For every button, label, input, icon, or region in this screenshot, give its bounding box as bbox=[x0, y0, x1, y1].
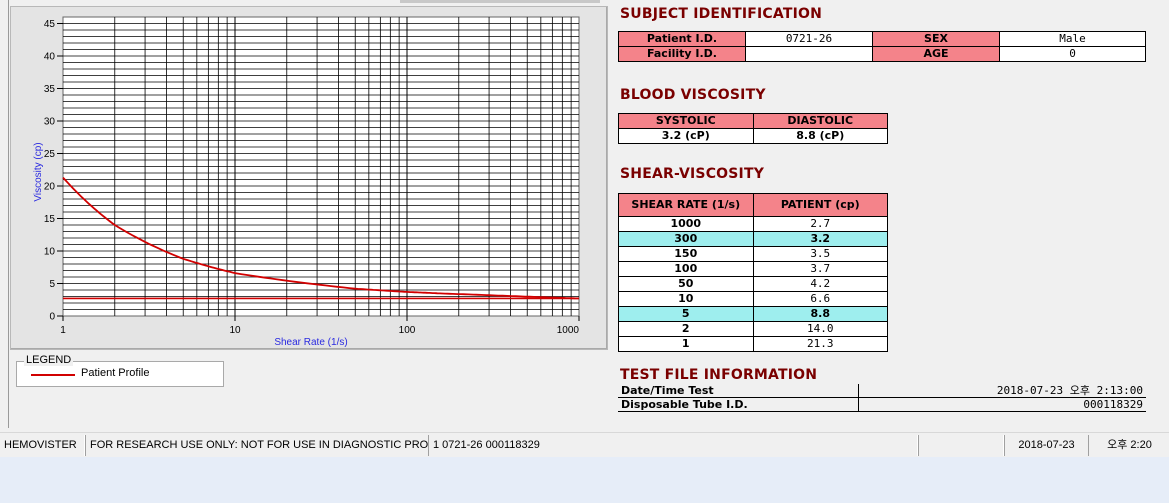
systolic-label: SYSTOLIC bbox=[618, 113, 754, 129]
top-strip bbox=[400, 0, 600, 3]
window-left-border bbox=[8, 0, 9, 428]
sex-value: Male bbox=[999, 31, 1146, 47]
table-row: 2 14.0 bbox=[618, 321, 888, 337]
x-ticks: 1 10 100 1000 bbox=[60, 316, 580, 336]
legend-swatch-line bbox=[31, 374, 75, 376]
x-tick-label: 1 bbox=[60, 325, 66, 336]
x-axis-label: Shear Rate (1/s) bbox=[274, 337, 347, 348]
desktop-background bbox=[0, 457, 1169, 503]
shear-rate-cell: 1000 bbox=[618, 216, 754, 232]
status-bar: HEMOVISTER FOR RESEARCH USE ONLY: NOT FO… bbox=[0, 432, 1169, 458]
blood-viscosity-heading: BLOOD VISCOSITY bbox=[620, 87, 766, 103]
patient-id-value: 0721-26 bbox=[745, 31, 873, 47]
y-tick-label: 15 bbox=[44, 214, 56, 225]
shear-rate-header: SHEAR RATE (1/s) bbox=[618, 193, 754, 217]
y-tick-label: 0 bbox=[49, 312, 55, 323]
patient-cp-cell: 3.5 bbox=[752, 246, 888, 262]
sex-label: SEX bbox=[872, 31, 1000, 47]
y-tick-label: 45 bbox=[44, 19, 56, 30]
patient-cp-cell: 6.6 bbox=[752, 291, 888, 307]
shear-rate-cell: 150 bbox=[618, 246, 754, 262]
tube-id-label: Disposable Tube I.D. bbox=[618, 397, 859, 412]
age-value: 0 bbox=[999, 46, 1146, 62]
x-tick-label: 1000 bbox=[557, 325, 580, 336]
shear-rate-cell: 5 bbox=[618, 306, 754, 322]
table-row: 10 6.6 bbox=[618, 291, 888, 307]
test-file-table: Date/Time Test 2018-07-23 오후 2:13:00 Dis… bbox=[618, 384, 1146, 412]
y-ticks: 0 5 10 15 20 25 30 35 40 45 bbox=[44, 19, 63, 323]
y-tick-label: 5 bbox=[49, 279, 55, 290]
patient-cp-cell: 4.2 bbox=[752, 276, 888, 292]
shear-viscosity-heading: SHEAR-VISCOSITY bbox=[620, 166, 765, 182]
test-file-heading: TEST FILE INFORMATION bbox=[620, 367, 818, 383]
systolic-value: 3.2 (cP) bbox=[618, 128, 754, 144]
table-row: 100 3.7 bbox=[618, 261, 888, 277]
y-tick-label: 40 bbox=[44, 52, 56, 63]
y-tick-label: 35 bbox=[44, 84, 56, 95]
shear-rate-cell: 2 bbox=[618, 321, 754, 337]
table-row: 150 3.5 bbox=[618, 246, 888, 262]
x-tick-label: 10 bbox=[229, 325, 241, 336]
table-row: 5 8.8 bbox=[618, 306, 888, 322]
status-app-name: HEMOVISTER bbox=[0, 435, 85, 456]
age-label: AGE bbox=[872, 46, 1000, 62]
status-empty bbox=[918, 435, 1004, 456]
status-time: 오후 2:20 bbox=[1088, 435, 1169, 456]
status-record: 1 0721-26 000118329 bbox=[428, 435, 918, 456]
patient-cp-cell: 2.7 bbox=[752, 216, 888, 232]
shear-rate-cell: 50 bbox=[618, 276, 754, 292]
y-tick-label: 20 bbox=[44, 182, 56, 193]
tube-id-value: 000118329 bbox=[858, 397, 1146, 412]
table-row: 300 3.2 bbox=[618, 231, 888, 247]
shear-rate-cell: 100 bbox=[618, 261, 754, 277]
x-tick-label: 100 bbox=[399, 325, 416, 336]
status-notice: FOR RESEARCH USE ONLY: NOT FOR USE IN DI… bbox=[85, 435, 429, 456]
table-row: 1000 2.7 bbox=[618, 216, 888, 232]
patient-cp-cell: 8.8 bbox=[752, 306, 888, 322]
shear-rate-cell: 1 bbox=[618, 336, 754, 352]
patient-cp-cell: 3.2 bbox=[752, 231, 888, 247]
y-tick-label: 10 bbox=[44, 247, 56, 258]
facility-id-value bbox=[745, 46, 873, 62]
shear-rate-cell: 10 bbox=[618, 291, 754, 307]
report-window: 0 5 10 15 20 25 30 35 40 45 1 10 100 1000 Viscosity … bbox=[0, 0, 1169, 458]
table-row: 1 21.3 bbox=[618, 336, 888, 352]
patient-cp-cell: 21.3 bbox=[752, 336, 888, 352]
chart-svg: 0 5 10 15 20 25 30 35 40 45 1 10 100 1000 Viscosity … bbox=[33, 16, 580, 348]
legend-item-label: Patient Profile bbox=[81, 367, 150, 379]
shear-rate-cell: 300 bbox=[618, 231, 754, 247]
diastolic-label: DIASTOLIC bbox=[752, 113, 888, 129]
shear-viscosity-table: SHEAR RATE (1/s) PATIENT (cp) 1000 2.7 3… bbox=[618, 193, 888, 352]
patient-cp-header: PATIENT (cp) bbox=[752, 193, 888, 217]
y-tick-label: 25 bbox=[44, 149, 56, 160]
viscosity-chart: 0 5 10 15 20 25 30 35 40 45 1 10 100 1000 Viscosity … bbox=[10, 6, 608, 350]
subject-table: Patient I.D. 0721-26 SEX Male Facility I… bbox=[618, 31, 1146, 62]
datetime-label: Date/Time Test bbox=[618, 384, 859, 398]
y-axis-label: Viscosity (cp) bbox=[33, 142, 44, 201]
table-row: 50 4.2 bbox=[618, 276, 888, 292]
facility-id-label: Facility I.D. bbox=[618, 46, 746, 62]
patient-cp-cell: 14.0 bbox=[752, 321, 888, 337]
status-date: 2018-07-23 bbox=[1004, 435, 1089, 456]
patient-id-label: Patient I.D. bbox=[618, 31, 746, 47]
datetime-value: 2018-07-23 오후 2:13:00 bbox=[858, 384, 1146, 398]
subject-heading: SUBJECT IDENTIFICATION bbox=[620, 6, 823, 22]
legend-title: LEGEND bbox=[24, 354, 74, 366]
y-tick-label: 30 bbox=[44, 117, 56, 128]
diastolic-value: 8.8 (cP) bbox=[752, 128, 888, 144]
blood-viscosity-table: SYSTOLIC DIASTOLIC 3.2 (cP) 8.8 (cP) bbox=[618, 113, 888, 144]
patient-cp-cell: 3.7 bbox=[752, 261, 888, 277]
